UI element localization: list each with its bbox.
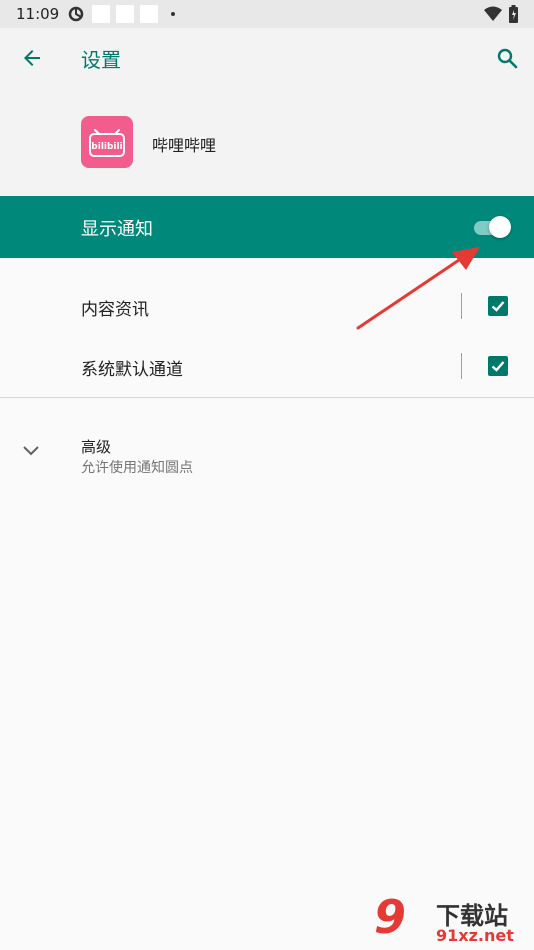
notification-icon <box>140 5 158 23</box>
app-bar: 设置 <box>0 28 534 88</box>
channel-row-system-default[interactable]: 系统默认通道 <box>0 336 534 396</box>
app-name: 哔哩哔哩 <box>152 136 217 155</box>
channel-label: 系统默认通道 <box>81 360 183 380</box>
watermark-domain: 91xz.net <box>436 926 514 945</box>
sync-status-icon <box>68 6 84 22</box>
channel-row-content-info[interactable]: 内容资讯 <box>0 276 534 336</box>
status-bar: 11:09 <box>0 0 534 28</box>
bilibili-app-icon: bilibili <box>81 116 133 168</box>
section-divider <box>0 397 534 398</box>
advanced-title: 高级 <box>81 438 112 456</box>
back-arrow-icon[interactable] <box>20 46 44 70</box>
notification-icon <box>92 5 110 23</box>
channel-checkbox[interactable] <box>488 296 508 316</box>
notification-icon <box>116 5 134 23</box>
show-notifications-switch[interactable] <box>489 216 511 238</box>
svg-text:bilibili: bilibili <box>91 142 122 152</box>
search-icon[interactable] <box>495 46 519 70</box>
status-time: 11:09 <box>16 5 60 23</box>
page-title: 设置 <box>81 48 121 72</box>
show-notifications-label: 显示通知 <box>81 219 153 240</box>
channel-label: 内容资讯 <box>81 300 149 320</box>
watermark-logo: 9 下载站 91xz.net <box>370 890 534 950</box>
advanced-section[interactable]: 高级 允许使用通知圆点 <box>0 420 534 490</box>
row-divider <box>461 293 462 319</box>
row-divider <box>461 353 462 379</box>
channel-checkbox[interactable] <box>488 356 508 376</box>
app-header: bilibili 哔哩哔哩 <box>0 88 534 196</box>
advanced-subtitle: 允许使用通知圆点 <box>81 460 193 476</box>
chevron-down-icon <box>23 446 39 456</box>
wifi-icon <box>484 6 502 21</box>
more-notifications-dot <box>171 12 175 16</box>
battery-icon <box>509 5 518 23</box>
show-notifications-row[interactable]: 显示通知 <box>0 196 534 258</box>
watermark-brand-mark: 9 <box>374 890 407 944</box>
bilibili-logo-icon: bilibili <box>89 129 125 157</box>
